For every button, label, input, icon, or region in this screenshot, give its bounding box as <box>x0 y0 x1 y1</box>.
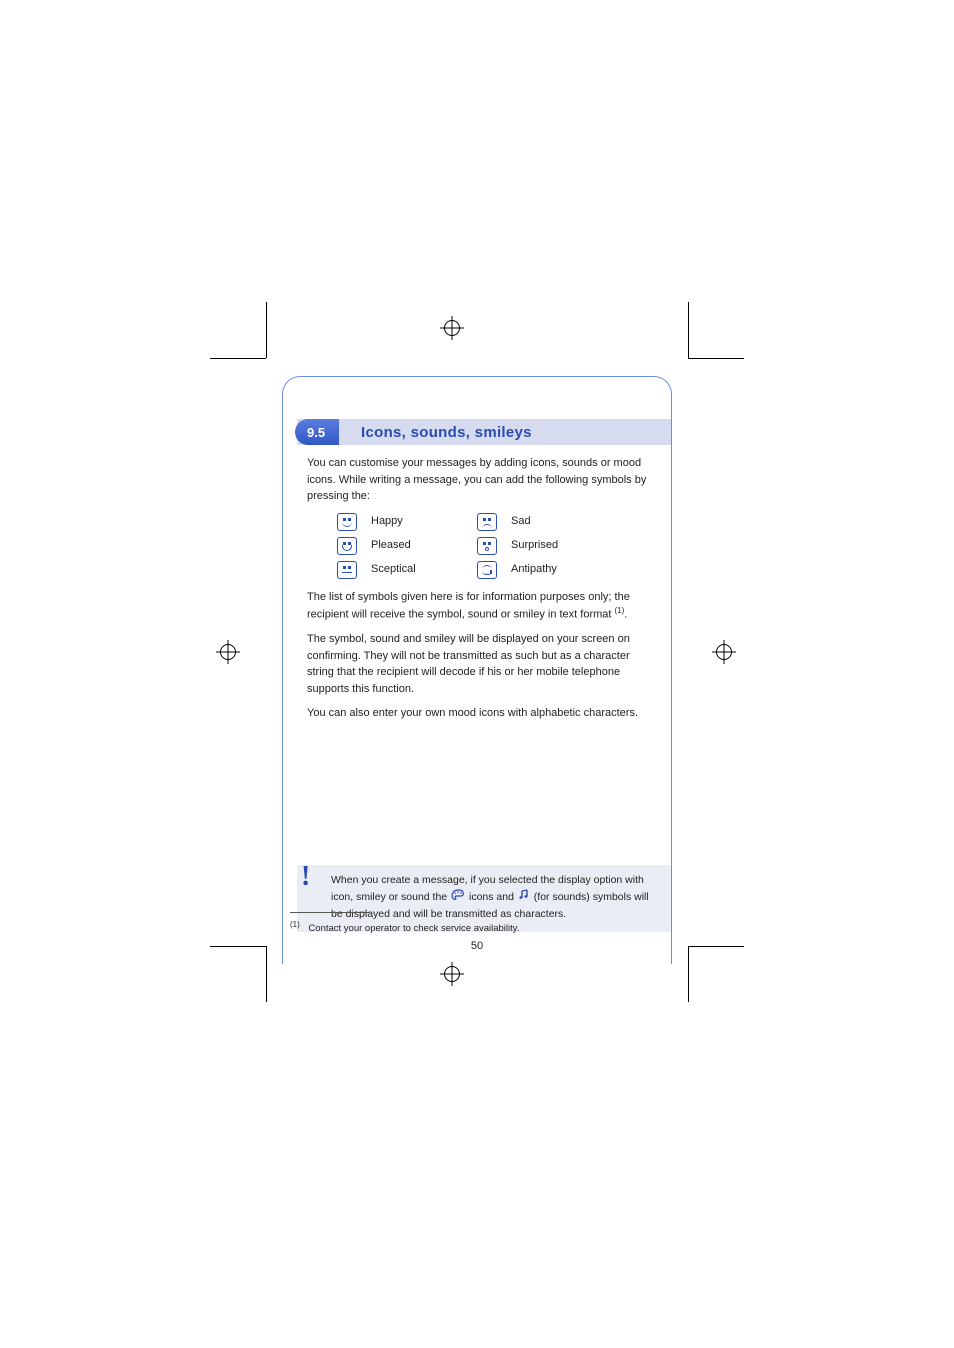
smiley-label: Sceptical <box>371 561 471 578</box>
smiley-table: Happy Sad Pleased Surprised Sceptical An… <box>337 513 647 579</box>
registration-mark-top <box>440 316 464 340</box>
intro-paragraph: You can customise your messages by addin… <box>307 455 647 505</box>
footnote-ref: (1) <box>615 606 625 615</box>
art-palette-icon <box>451 888 465 907</box>
registration-mark-bottom <box>440 962 464 986</box>
music-note-icon <box>518 888 530 907</box>
smiley-label: Surprised <box>511 537 611 554</box>
section-header: 9.5 Icons, sounds, smileys <box>297 419 671 445</box>
transmission-paragraph: The symbol, sound and smiley will be dis… <box>307 631 647 697</box>
crop-mark <box>688 946 689 1002</box>
crop-mark <box>688 302 689 358</box>
text-span: The list of symbols given here is for in… <box>307 591 630 621</box>
note-body: When you create a message, if you select… <box>331 873 659 922</box>
registration-mark-right <box>712 640 736 664</box>
footnote: (1) Contact your operator to check servi… <box>290 920 670 934</box>
crop-mark <box>688 358 744 359</box>
smiley-label: Pleased <box>371 537 471 554</box>
section-title: Icons, sounds, smileys <box>361 424 532 441</box>
smiley-pleased-icon <box>337 537 357 555</box>
content-frame: 9.5 Icons, sounds, smileys You can custo… <box>282 376 672 964</box>
smiley-sad-icon <box>477 513 497 531</box>
page-number: 50 <box>471 940 483 952</box>
crop-mark <box>688 946 744 947</box>
crop-mark <box>266 946 267 1002</box>
smiley-label: Happy <box>371 513 471 530</box>
smiley-surprised-icon <box>477 537 497 555</box>
smiley-antipathy-icon <box>477 561 497 579</box>
section-number-badge: 9.5 <box>295 419 339 445</box>
crop-mark <box>210 946 266 947</box>
info-paragraph: The list of symbols given here is for in… <box>307 589 647 624</box>
smiley-happy-icon <box>337 513 357 531</box>
exclamation-icon: ! <box>301 857 310 898</box>
text-span: . <box>624 609 627 621</box>
smiley-label: Antipathy <box>511 561 611 578</box>
crop-mark <box>266 302 267 358</box>
smiley-sceptical-icon <box>337 561 357 579</box>
smiley-label: Sad <box>511 513 611 530</box>
page-container: 9.5 Icons, sounds, smileys You can custo… <box>0 0 954 1348</box>
own-icons-paragraph: You can also enter your own mood icons w… <box>307 705 647 722</box>
note-text: icons and <box>469 891 517 903</box>
footnote-rule <box>290 912 370 913</box>
body-text: You can customise your messages by addin… <box>307 455 647 730</box>
crop-mark <box>210 358 266 359</box>
registration-mark-left <box>216 640 240 664</box>
